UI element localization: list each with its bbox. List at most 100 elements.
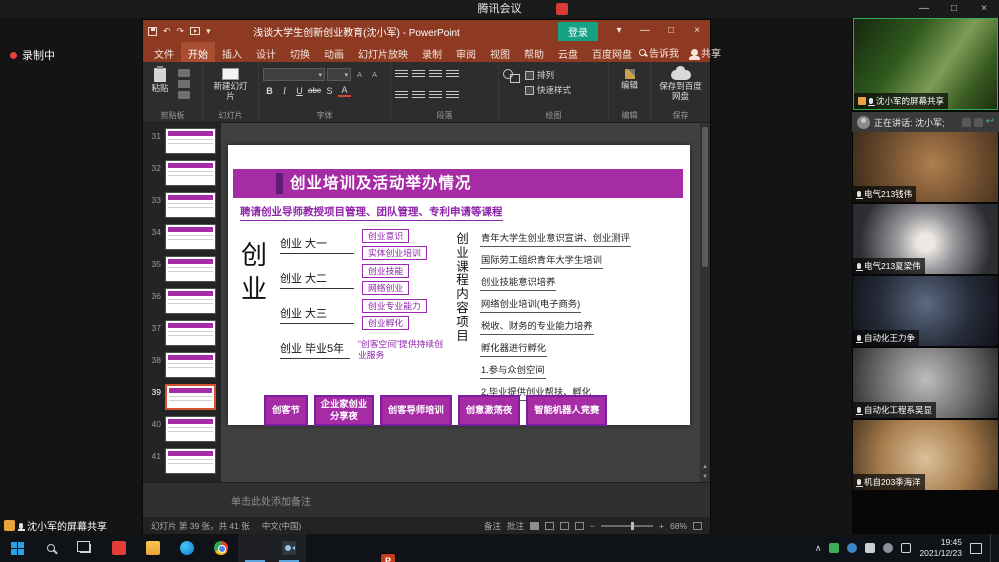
taskbar-app-chrome[interactable] (204, 534, 238, 562)
thumbnail-preview[interactable] (165, 160, 216, 186)
course-item[interactable]: 税收、财务的专业能力培养 (480, 317, 594, 335)
tab-animations[interactable]: 动画 (317, 42, 351, 62)
participant-tile[interactable]: 电气213钱伟 (853, 132, 998, 202)
font-size-combo[interactable]: ▾ (327, 68, 351, 81)
font-name-combo[interactable]: ▾ (263, 68, 325, 81)
stage-item[interactable]: 创业意识 (362, 229, 409, 243)
ppt-maximize-button[interactable]: □ (658, 20, 684, 42)
redo-icon[interactable]: ↷ (177, 25, 185, 37)
slide-thumbnail[interactable]: 41 (143, 446, 221, 478)
slide[interactable]: 创业培训及活动举办情况 聘请创业导师教授项目管理、团队管理、专利申请等课程 创业… (228, 145, 690, 425)
tab-record[interactable]: 录制 (415, 42, 449, 62)
shapes-gallery-icon[interactable] (503, 69, 520, 83)
line-spacing-icon[interactable] (446, 70, 459, 79)
zoom-in-button[interactable]: + (659, 521, 664, 531)
slide-thumbnail[interactable]: 36 (143, 286, 221, 318)
participant-tile[interactable]: 电气213夏梁伟 (853, 204, 998, 274)
activity-button[interactable]: 智能机器人竞赛 (526, 395, 607, 426)
canvas-scrollbar[interactable]: ▲ ▼ (700, 123, 710, 482)
stage-label[interactable]: 创业 大一 (280, 235, 354, 254)
tell-me-button[interactable]: 告诉我 (639, 45, 679, 60)
zoom-slider-thumb[interactable] (631, 522, 634, 530)
thumbnail-preview[interactable] (165, 448, 216, 474)
thumbnail-preview[interactable] (165, 352, 216, 378)
thumbnail-preview[interactable] (165, 192, 216, 218)
reaction-icon[interactable] (974, 118, 983, 127)
slide-sorter-view-icon[interactable] (545, 522, 554, 530)
taskbar-app-explorer[interactable] (136, 534, 170, 562)
zoom-out-button[interactable]: − (590, 521, 595, 531)
scrollbar-thumb[interactable] (702, 127, 708, 267)
fit-to-window-icon[interactable] (693, 522, 702, 530)
taskbar-app-powerpoint[interactable]: P (238, 534, 272, 562)
grow-font-icon[interactable]: A (353, 68, 366, 81)
slide-thumbnail[interactable]: 38 (143, 350, 221, 382)
justify-icon[interactable] (446, 91, 459, 100)
tray-app-icon[interactable] (829, 543, 839, 553)
tray-expand-icon[interactable]: ∧ (815, 543, 822, 554)
italic-button[interactable]: I (278, 84, 291, 97)
slide-thumbnail[interactable]: 37 (143, 318, 221, 350)
notes-placeholder[interactable]: 单击此处添加备注 (231, 493, 311, 508)
slide-thumbnail[interactable]: 34 (143, 222, 221, 254)
format-painter-icon[interactable] (178, 91, 190, 99)
stage-item[interactable]: 创业技能 (362, 264, 409, 278)
language-indicator[interactable]: 中文(中国) (262, 520, 302, 532)
slide-thumbnail[interactable]: 31 (143, 126, 221, 158)
slide-canvas-area[interactable]: 创业培训及活动举办情况 聘请创业导师教授项目管理、团队管理、专利申请等课程 创业… (221, 123, 710, 482)
notes-splitter[interactable] (143, 483, 710, 486)
activity-button[interactable]: 企业家创业分享夜 (314, 395, 374, 426)
tab-baidu-netdisk[interactable]: 百度网盘 (585, 42, 639, 62)
align-center-icon[interactable] (412, 91, 425, 100)
tab-design[interactable]: 设计 (249, 42, 283, 62)
ppt-close-button[interactable]: × (684, 20, 710, 42)
thumbnail-preview[interactable] (165, 288, 216, 314)
ribbon-display-options-icon[interactable]: ▾ (606, 20, 632, 42)
paste-button[interactable]: 粘贴 (147, 66, 173, 94)
participant-tile[interactable]: 机自203季海洋 (853, 420, 998, 490)
new-slide-button[interactable]: 新建幻灯片 (211, 66, 251, 102)
course-item[interactable]: 1.参与众创空间 (480, 361, 546, 379)
notes-pane[interactable]: 单击此处添加备注 (143, 482, 710, 517)
course-item[interactable]: 孵化器进行孵化 (480, 339, 547, 357)
thumbnail-preview[interactable] (165, 416, 216, 442)
start-button[interactable] (0, 534, 34, 562)
copy-icon[interactable] (178, 80, 190, 88)
activity-button[interactable]: 创客导师培训 (380, 395, 452, 426)
close-button[interactable]: × (969, 0, 999, 18)
reaction-icon[interactable] (962, 118, 971, 127)
numbering-icon[interactable] (412, 70, 425, 79)
tab-file[interactable]: 文件 (147, 42, 181, 62)
slideshow-view-icon[interactable] (575, 522, 584, 530)
strikethrough-button[interactable]: abc (308, 84, 321, 97)
slide-title-banner[interactable]: 创业培训及活动举办情况 (233, 169, 683, 198)
taskbar-app-camera[interactable] (272, 534, 306, 562)
taskbar-search-button[interactable] (34, 534, 68, 562)
cut-icon[interactable] (178, 69, 190, 77)
thumbnail-preview[interactable] (165, 224, 216, 250)
tab-view[interactable]: 视图 (483, 42, 517, 62)
taskbar-app-edge[interactable] (170, 534, 204, 562)
stage-item[interactable]: 创业专业能力 (362, 299, 427, 313)
notification-center-icon[interactable] (970, 543, 982, 554)
comments-toggle-button[interactable]: 批注 (507, 520, 524, 532)
stage-item[interactable]: “创客空间”提供持续创业服务 (358, 339, 450, 361)
font-color-button[interactable]: A (338, 84, 351, 97)
zoom-slider[interactable] (601, 525, 653, 527)
screen-share-tile[interactable]: 沈小军的屏幕共享 (853, 18, 998, 110)
stage-label[interactable]: 创业 大二 (280, 270, 354, 289)
indent-icon[interactable] (429, 70, 442, 79)
thumbnail-preview[interactable] (165, 256, 216, 282)
reply-icon[interactable]: ↩ (986, 117, 994, 127)
tab-insert[interactable]: 插入 (215, 42, 249, 62)
slide-thumbnail[interactable]: 32 (143, 158, 221, 190)
ppt-minimize-button[interactable]: — (632, 20, 658, 42)
slide-thumbnail[interactable]: 40 (143, 414, 221, 446)
stage-label[interactable]: 创业 毕业5年 (280, 340, 350, 359)
taskbar-app-meeting-red[interactable] (102, 534, 136, 562)
reading-view-icon[interactable] (560, 522, 569, 530)
slide-thumbnail-selected[interactable]: 39 (143, 382, 221, 414)
tray-network-icon[interactable] (901, 543, 911, 553)
activity-button[interactable]: 创意激荡夜 (458, 395, 521, 426)
course-item[interactable]: 国际劳工组织青年大学生培训 (480, 251, 603, 269)
